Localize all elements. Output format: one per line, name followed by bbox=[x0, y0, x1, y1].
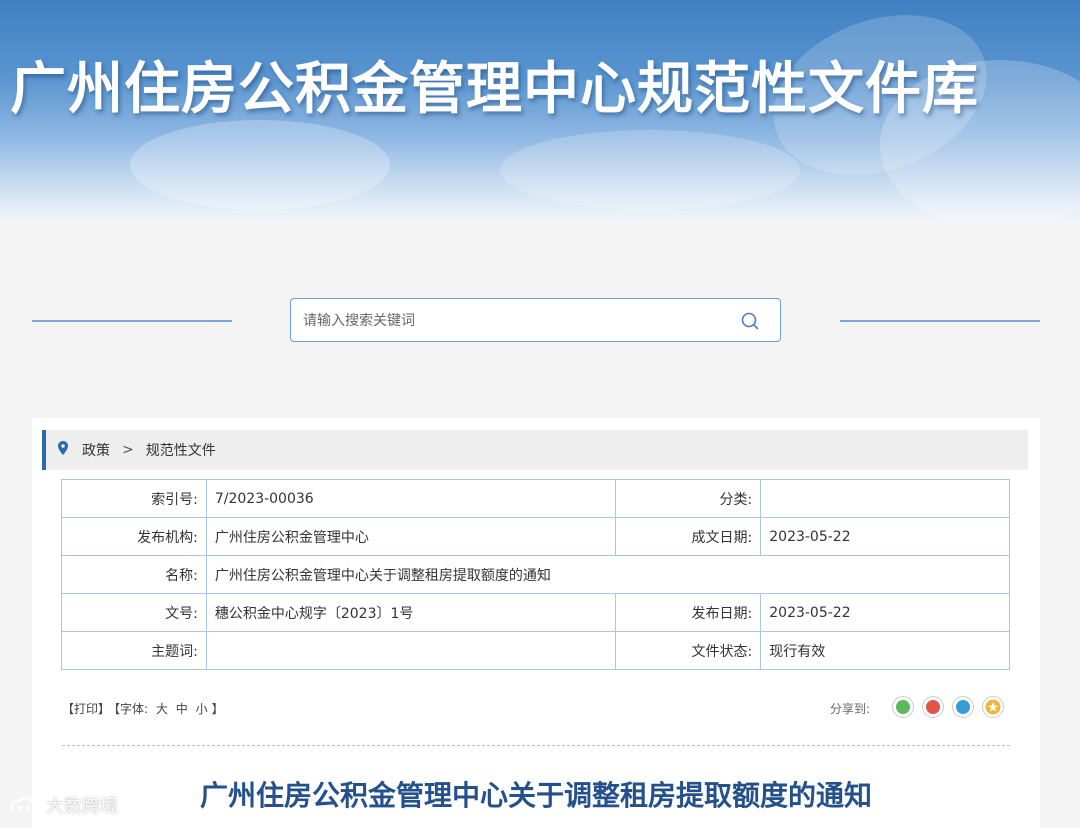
share-qq-button[interactable] bbox=[952, 696, 974, 718]
qq-icon bbox=[956, 700, 970, 714]
search-box[interactable] bbox=[290, 298, 781, 342]
article-toolbar: 【打印】 【字体: 大 中 小】 bbox=[62, 700, 228, 717]
font-size-bracket: 】 bbox=[211, 702, 224, 716]
document-status-value: 现行有效 bbox=[760, 631, 1010, 670]
document-title: 广州住房公积金管理中心关于调整租房提取额度的通知 bbox=[199, 779, 872, 812]
table-row: 文号: 穗公积金中心规字〔2023〕1号 发布日期: 2023-05-22 bbox=[61, 593, 1010, 632]
table-row: 主题词: 文件状态: 现行有效 bbox=[61, 631, 1010, 670]
document-meta-table: 索引号: 7/2023-00036 分类: 发布机构: 广州住房公积金管理中心 … bbox=[61, 479, 1011, 670]
breadcrumb-item-policy[interactable]: 政策 bbox=[82, 440, 110, 460]
publisher-label: 发布机构: bbox=[61, 517, 207, 556]
subject-words-value bbox=[205, 631, 617, 670]
index-number-label: 索引号: bbox=[61, 479, 207, 518]
category-label: 分类: bbox=[615, 479, 762, 518]
search-icon[interactable] bbox=[740, 311, 760, 331]
document-number-value: 穗公积金中心规字〔2023〕1号 bbox=[205, 593, 617, 632]
banner-decoration bbox=[500, 130, 800, 210]
wechat-icon bbox=[896, 700, 910, 714]
location-pin-icon bbox=[58, 441, 68, 459]
breadcrumb-item-normative-documents[interactable]: 规范性文件 bbox=[146, 440, 216, 460]
font-size-label: 【字体: bbox=[114, 702, 149, 716]
site-title: 广州住房公积金管理中心规范性文件库 bbox=[10, 57, 979, 122]
font-size-large[interactable]: 大 bbox=[156, 702, 168, 716]
share-weibo-button[interactable] bbox=[922, 696, 944, 718]
publish-date-label: 发布日期: bbox=[615, 593, 762, 632]
search-input[interactable] bbox=[303, 309, 723, 333]
publish-date-value: 2023-05-22 bbox=[760, 593, 1010, 632]
divider bbox=[62, 745, 1010, 746]
weibo-icon bbox=[926, 700, 940, 714]
table-row: 名称: 广州住房公积金管理中心关于调整租房提取额度的通知 bbox=[61, 555, 1011, 594]
created-date-value: 2023-05-22 bbox=[760, 517, 1010, 556]
search-divider-left bbox=[32, 320, 232, 322]
watermark-logo-icon bbox=[10, 797, 39, 812]
share-label: 分享到: bbox=[830, 702, 871, 716]
name-value: 广州住房公积金管理中心关于调整租房提取额度的通知 bbox=[205, 555, 1011, 594]
banner-decoration bbox=[130, 120, 390, 210]
category-value bbox=[760, 479, 1010, 518]
watermark-text: 大数跨境 bbox=[46, 796, 118, 817]
table-row: 发布机构: 广州住房公积金管理中心 成文日期: 2023-05-22 bbox=[61, 517, 1010, 556]
document-number-label: 文号: bbox=[61, 593, 207, 632]
watermark: 大数跨境 bbox=[8, 792, 118, 818]
name-label: 名称: bbox=[61, 555, 207, 594]
table-row: 索引号: 7/2023-00036 分类: bbox=[61, 479, 1010, 518]
qzone-star-icon bbox=[985, 699, 1001, 715]
breadcrumb-separator: > bbox=[122, 442, 134, 458]
search-divider-right bbox=[840, 320, 1040, 322]
share-wechat-button[interactable] bbox=[892, 696, 914, 718]
breadcrumb: 政策 > 规范性文件 bbox=[42, 430, 1028, 470]
share-qzone-button[interactable] bbox=[982, 696, 1004, 718]
publisher-value: 广州住房公积金管理中心 bbox=[205, 517, 617, 556]
index-number-value: 7/2023-00036 bbox=[205, 479, 617, 518]
subject-words-label: 主题词: bbox=[61, 631, 207, 670]
document-status-label: 文件状态: bbox=[615, 631, 762, 670]
font-size-small[interactable]: 小 bbox=[196, 702, 208, 716]
created-date-label: 成文日期: bbox=[615, 517, 762, 556]
font-size-medium[interactable]: 中 bbox=[176, 702, 188, 716]
print-button[interactable]: 【打印】 bbox=[62, 702, 110, 716]
header-banner: 广州住房公积金管理中心规范性文件库 bbox=[0, 0, 1080, 222]
